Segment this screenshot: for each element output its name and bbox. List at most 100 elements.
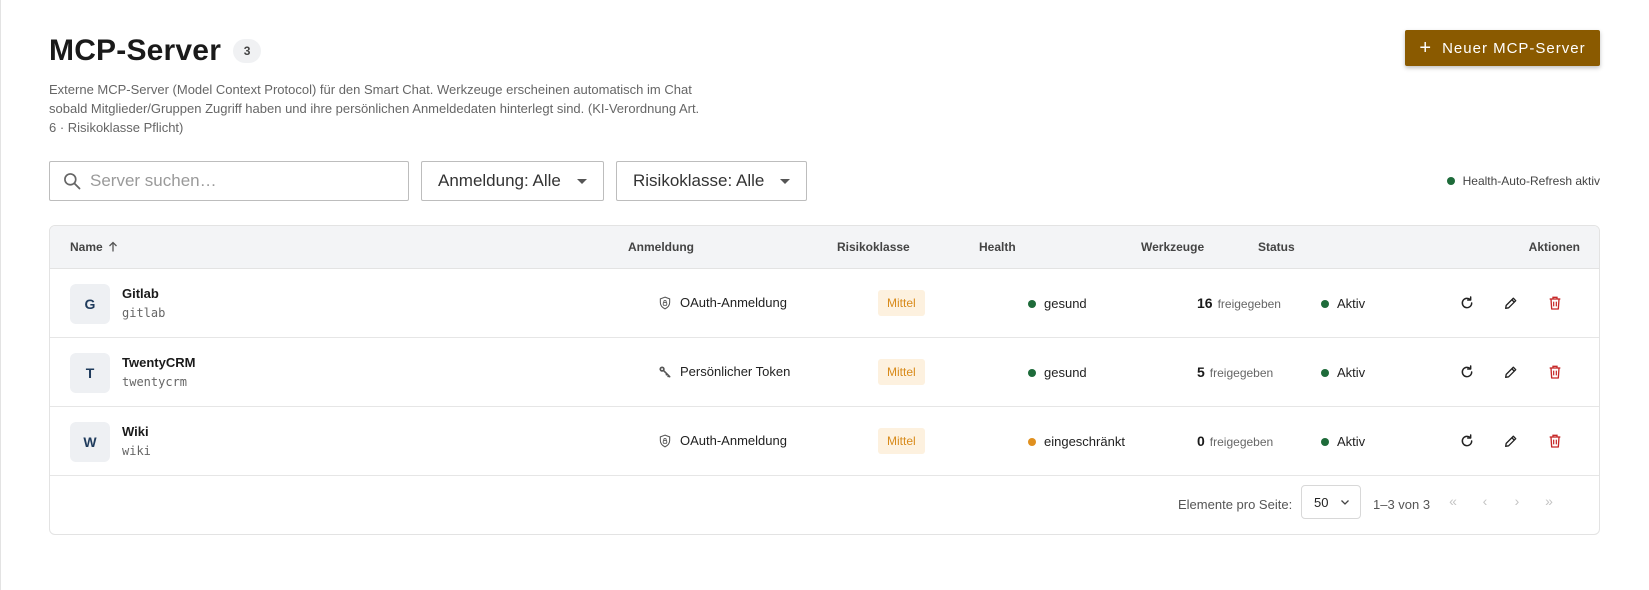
table-header: Name Anmeldung Risikoklasse Health Werkz… xyxy=(50,226,1599,269)
sort-ascending-icon xyxy=(108,241,117,252)
login-label: OAuth-Anmeldung xyxy=(680,433,787,448)
caret-down-icon xyxy=(577,178,587,184)
login-cell: OAuth-Anmeldung xyxy=(658,295,787,310)
mcp-server-table: Name Anmeldung Risikoklasse Health Werkz… xyxy=(49,225,1600,535)
chevron-down-icon xyxy=(1341,500,1349,505)
items-per-page-label: Elemente pro Seite: xyxy=(1178,497,1293,512)
next-page-button[interactable]: › xyxy=(1509,493,1525,509)
status-dot-icon xyxy=(1321,437,1329,446)
column-label-name: Name xyxy=(70,240,103,254)
delete-button[interactable] xyxy=(1543,291,1567,315)
trash-icon xyxy=(1549,434,1561,448)
column-header-risk[interactable]: Risikoklasse xyxy=(837,240,910,254)
health-label: gesund xyxy=(1044,296,1087,311)
health-dot-icon xyxy=(1028,299,1036,308)
table-row[interactable]: G Gitlab gitlab OAuth-Anmeldung Mittel g… xyxy=(50,269,1599,338)
search-box[interactable] xyxy=(49,161,409,201)
caret-down-icon xyxy=(780,178,790,184)
status-cell: Aktiv xyxy=(1321,296,1365,311)
window-edge xyxy=(0,0,1,590)
page-header: MCP-Server 3 Externe MCP-Server (Model C… xyxy=(49,0,1600,150)
login-filter-value: Anmeldung: Alle xyxy=(438,171,561,190)
tools-cell: 5 freigegeben xyxy=(1197,364,1273,380)
plus-icon: + xyxy=(1419,37,1433,59)
login-cell: Persönlicher Token xyxy=(658,364,790,379)
page-navigation: « ‹ › » xyxy=(1445,493,1557,509)
table-row[interactable]: T TwentyCRM twentycrm Persönlicher Token… xyxy=(50,338,1599,407)
login-filter-select[interactable]: Anmeldung: Alle xyxy=(421,161,604,201)
column-header-name[interactable]: Name xyxy=(70,240,119,254)
login-cell: OAuth-Anmeldung xyxy=(658,433,787,448)
row-actions xyxy=(1455,429,1567,453)
pencil-icon xyxy=(1505,366,1517,378)
health-cell: eingeschränkt xyxy=(1028,434,1125,449)
health-cell: gesund xyxy=(1028,365,1087,380)
login-label: Persönlicher Token xyxy=(680,364,791,379)
risk-badge: Mittel xyxy=(878,428,925,454)
row-actions xyxy=(1455,360,1567,384)
server-count-badge: 3 xyxy=(233,39,262,63)
risk-filter-select[interactable]: Risikoklasse: Alle xyxy=(616,161,807,201)
health-cell: gesund xyxy=(1028,296,1087,311)
risk-badge: Mittel xyxy=(878,359,925,385)
tools-count: 16 xyxy=(1197,295,1213,311)
column-header-tools[interactable]: Werkzeuge xyxy=(1141,240,1204,254)
status-dot-icon xyxy=(1321,368,1329,377)
column-header-status[interactable]: Status xyxy=(1258,240,1295,254)
refresh-button[interactable] xyxy=(1455,360,1479,384)
shield-lock-icon xyxy=(659,434,671,447)
page-size-value: 50 xyxy=(1314,494,1329,510)
column-header-health[interactable]: Health xyxy=(979,240,1016,254)
tools-label: freigegeben xyxy=(1209,366,1274,380)
edit-button[interactable] xyxy=(1499,291,1523,315)
search-input[interactable] xyxy=(90,171,390,191)
server-name: Wiki xyxy=(122,424,149,439)
tools-label: freigegeben xyxy=(1217,297,1281,311)
delete-button[interactable] xyxy=(1543,429,1567,453)
refresh-icon xyxy=(1461,365,1473,378)
page-size-select[interactable]: 50 xyxy=(1301,485,1361,519)
status-label: Aktiv xyxy=(1337,296,1366,311)
table-row[interactable]: W Wiki wiki OAuth-Anmeldung Mittel einge… xyxy=(50,407,1599,476)
tools-count: 5 xyxy=(1197,364,1205,380)
tools-cell: 16 freigegeben xyxy=(1197,295,1281,311)
column-header-actions: Aktionen xyxy=(1528,240,1580,254)
server-slug: wiki xyxy=(122,444,151,458)
status-dot-icon xyxy=(1321,299,1329,308)
login-label: OAuth-Anmeldung xyxy=(680,295,787,310)
row-actions xyxy=(1455,291,1567,315)
tools-count: 0 xyxy=(1197,433,1205,449)
new-mcp-server-label: Neuer MCP-Server xyxy=(1442,39,1586,57)
risk-filter-value: Risikoklasse: Alle xyxy=(633,171,765,190)
page-range: 1–3 von 3 xyxy=(1373,497,1431,512)
pencil-icon xyxy=(1505,435,1517,447)
search-icon xyxy=(64,173,81,190)
edit-button[interactable] xyxy=(1499,429,1523,453)
last-page-button[interactable]: » xyxy=(1541,493,1557,509)
server-name: TwentyCRM xyxy=(122,355,196,370)
trash-icon xyxy=(1549,296,1561,310)
new-mcp-server-button[interactable]: + Neuer MCP-Server xyxy=(1405,30,1600,66)
delete-button[interactable] xyxy=(1543,360,1567,384)
status-cell: Aktiv xyxy=(1321,434,1365,449)
health-auto-refresh-label: Health-Auto-Refresh aktiv xyxy=(1462,174,1600,188)
tools-cell: 0 freigegeben xyxy=(1197,433,1273,449)
key-icon xyxy=(659,365,671,377)
server-slug: gitlab xyxy=(122,306,166,320)
mcp-server-page: MCP-Server 3 Externe MCP-Server (Model C… xyxy=(49,0,1600,535)
shield-lock-icon xyxy=(659,296,671,309)
avatar: W xyxy=(70,422,110,462)
health-auto-refresh-status: Health-Auto-Refresh aktiv xyxy=(1446,174,1600,188)
column-header-login[interactable]: Anmeldung xyxy=(628,240,694,254)
health-dot-icon xyxy=(1028,437,1036,446)
health-dot-icon xyxy=(1028,368,1036,377)
page-description: Externe MCP-Server (Model Context Protoc… xyxy=(49,82,700,135)
edit-button[interactable] xyxy=(1499,360,1523,384)
first-page-button[interactable]: « xyxy=(1445,493,1461,509)
health-label: gesund xyxy=(1044,365,1087,380)
refresh-button[interactable] xyxy=(1455,429,1479,453)
status-cell: Aktiv xyxy=(1321,365,1365,380)
refresh-button[interactable] xyxy=(1455,291,1479,315)
avatar: T xyxy=(70,353,110,393)
previous-page-button[interactable]: ‹ xyxy=(1477,493,1493,509)
